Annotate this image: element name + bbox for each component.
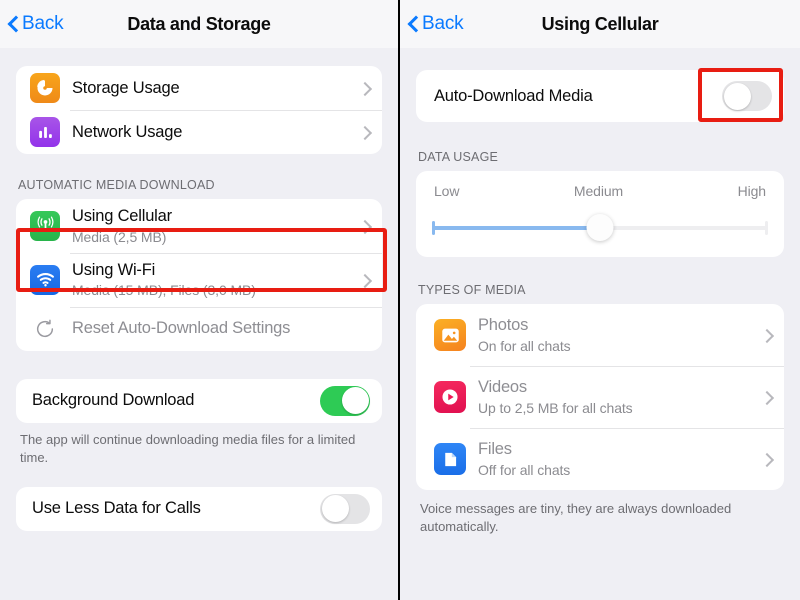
chevron-right-icon xyxy=(762,451,772,467)
left-back-label: Back xyxy=(22,13,64,34)
photo-image-icon xyxy=(434,319,466,351)
left-back-button[interactable]: Back xyxy=(8,13,64,35)
row-auto-download-media: Auto-Download Media xyxy=(416,70,784,122)
auto-download-media-toggle[interactable] xyxy=(722,81,772,111)
right-navbar: Back Using Cellular xyxy=(400,0,800,48)
slider-end-cap-right xyxy=(765,221,768,235)
row-videos-text: Videos Up to 2,5 MB for all chats xyxy=(478,370,756,424)
row-background-download-text: Background Download xyxy=(32,383,320,418)
row-photos-subtitle: On for all chats xyxy=(478,337,571,354)
row-videos[interactable]: Videos Up to 2,5 MB for all chats xyxy=(416,366,784,428)
row-network-usage-text: Network Usage xyxy=(72,115,354,150)
row-storage-usage-text: Storage Usage xyxy=(72,71,354,106)
chevron-right-icon xyxy=(762,389,772,405)
slider-labels: Low Medium High xyxy=(432,183,768,215)
types-of-media-header: TYPES OF MEDIA xyxy=(418,283,526,297)
automatic-media-download-card: Using Cellular Media (2,5 MB) Using Wi-F… xyxy=(16,199,382,351)
data-usage-card: Low Medium High xyxy=(416,171,784,257)
document-file-icon xyxy=(434,443,466,475)
row-videos-subtitle: Up to 2,5 MB for all chats xyxy=(478,399,633,416)
use-less-data-toggle[interactable] xyxy=(320,493,370,524)
row-files-subtitle: Off for all chats xyxy=(478,461,571,478)
chevron-right-icon xyxy=(762,327,772,343)
slider-label-low: Low xyxy=(434,183,460,199)
toggle-knob xyxy=(341,387,369,415)
row-using-cellular[interactable]: Using Cellular Media (2,5 MB) xyxy=(16,199,382,253)
row-auto-download-media-text: Auto-Download Media xyxy=(434,79,722,114)
row-photos[interactable]: Photos On for all chats xyxy=(416,304,784,366)
row-using-cellular-title: Using Cellular xyxy=(72,207,172,225)
data-usage-slider[interactable] xyxy=(432,214,768,241)
slider-label-medium: Medium xyxy=(573,183,624,199)
background-download-toggle[interactable] xyxy=(320,385,370,416)
right-back-button[interactable]: Back xyxy=(408,13,464,35)
row-background-download-label: Background Download xyxy=(32,391,195,410)
row-use-less-data-label: Use Less Data for Calls xyxy=(32,499,201,518)
auto-download-media-card: Auto-Download Media xyxy=(416,70,784,122)
row-using-wifi-text: Using Wi-Fi Media (15 MB), Files (3,0 MB… xyxy=(72,253,354,307)
row-network-usage[interactable]: Network Usage xyxy=(16,110,382,154)
chevron-right-icon xyxy=(360,272,370,288)
toggle-knob xyxy=(723,82,751,110)
chevron-right-icon xyxy=(360,80,370,96)
data-usage-header: DATA USAGE xyxy=(418,150,499,164)
slider-thumb[interactable] xyxy=(586,214,614,241)
video-play-icon xyxy=(434,381,466,413)
row-auto-download-media-label: Auto-Download Media xyxy=(434,86,593,105)
chevron-right-icon xyxy=(360,124,370,140)
toggle-knob xyxy=(321,495,349,522)
row-storage-usage-title: Storage Usage xyxy=(72,78,180,97)
right-back-label: Back xyxy=(422,13,464,34)
row-use-less-data-text: Use Less Data for Calls xyxy=(32,491,320,526)
row-storage-usage[interactable]: Storage Usage xyxy=(16,66,382,110)
voice-messages-footnote: Voice messages are tiny, they are always… xyxy=(420,501,732,534)
row-photos-text: Photos On for all chats xyxy=(478,308,756,362)
chevron-left-icon xyxy=(408,15,419,34)
rotate-counterclockwise-icon xyxy=(30,314,60,344)
row-using-wifi-title: Using Wi-Fi xyxy=(72,260,156,279)
left-screen-data-and-storage: Back Data and Storage Storage Usage Netw… xyxy=(0,0,400,600)
row-reset-auto-download[interactable]: Reset Auto-Download Settings xyxy=(16,306,382,351)
row-files[interactable]: Files Off for all chats xyxy=(416,428,784,490)
left-navbar: Back Data and Storage xyxy=(0,0,398,48)
row-using-wifi-subtitle: Media (15 MB), Files (3,0 MB) xyxy=(72,282,256,299)
bar-chart-icon xyxy=(30,117,60,147)
pie-chart-icon xyxy=(30,73,60,103)
row-files-title: Files xyxy=(478,440,512,459)
less-data-card: Use Less Data for Calls xyxy=(16,486,382,531)
row-use-less-data-for-calls: Use Less Data for Calls xyxy=(16,487,382,531)
row-reset-auto-download-text: Reset Auto-Download Settings xyxy=(72,311,370,346)
chevron-left-icon xyxy=(8,15,19,34)
row-using-wifi[interactable]: Using Wi-Fi Media (15 MB), Files (3,0 MB… xyxy=(16,252,382,307)
usage-card: Storage Usage Network Usage xyxy=(16,66,382,154)
right-screen-using-cellular: Back Using Cellular Auto-Download Media … xyxy=(400,0,800,600)
row-network-usage-title: Network Usage xyxy=(72,122,183,141)
row-photos-title: Photos xyxy=(478,316,529,335)
wifi-icon xyxy=(30,264,60,295)
background-download-footnote: The app will continue downloading media … xyxy=(20,431,356,465)
slider-end-cap-left xyxy=(432,221,435,235)
automatic-media-download-header: AUTOMATIC MEDIA DOWNLOAD xyxy=(18,178,215,192)
row-background-download: Background Download xyxy=(16,379,382,423)
types-of-media-card: Photos On for all chats Videos Up to 2,5… xyxy=(416,304,784,490)
row-using-cellular-subtitle: Media (2,5 MB) xyxy=(72,228,167,245)
dual-screenshot-container: Back Data and Storage Storage Usage Netw… xyxy=(0,0,800,600)
chevron-right-icon xyxy=(360,218,370,234)
cellular-antenna-icon xyxy=(30,210,60,241)
row-using-cellular-text: Using Cellular Media (2,5 MB) xyxy=(72,199,354,253)
slider-fill xyxy=(432,226,600,230)
row-videos-title: Videos xyxy=(478,378,527,397)
slider-label-high: High xyxy=(737,183,767,199)
row-reset-auto-download-title: Reset Auto-Download Settings xyxy=(72,319,291,338)
row-files-text: Files Off for all chats xyxy=(478,432,756,486)
background-download-card: Background Download xyxy=(16,378,382,423)
